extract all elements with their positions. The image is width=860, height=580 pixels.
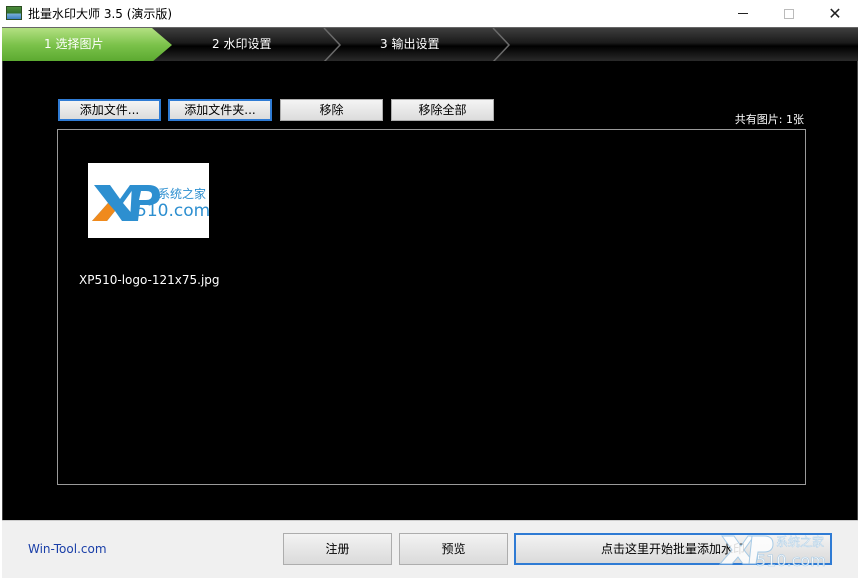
image-count: 共有图片: 1张 (734, 113, 804, 126)
add-file-button[interactable]: 添加文件... (58, 99, 161, 121)
step-label: 1 选择图片 (44, 37, 104, 51)
watermark-cn-text: 系统之家 (776, 534, 824, 549)
file-thumbnail[interactable]: 系统之家 510.com (88, 163, 210, 238)
close-button[interactable]: ✕ (812, 0, 858, 27)
main-panel: 添加文件... 添加文件夹... 移除 移除全部 共有图片: 1张 系统之家 5… (2, 61, 858, 520)
file-name[interactable]: XP510-logo-121x75.jpg (79, 273, 220, 287)
title-bar: 批量水印大师 3.5 (演示版) ✕ (0, 0, 860, 27)
preview-button[interactable]: 预览 (399, 533, 508, 565)
step-bar: 1 选择图片 2 水印设置 3 输出设置 (2, 27, 858, 61)
thumb-brand-text: 510.com (136, 201, 209, 221)
window-title: 批量水印大师 3.5 (演示版) (28, 7, 173, 21)
remove-button[interactable]: 移除 (280, 99, 383, 121)
site-watermark-logo: 系统之家 510.com (716, 530, 858, 576)
remove-all-button[interactable]: 移除全部 (391, 99, 494, 121)
step-label: 3 输出设置 (380, 37, 440, 51)
maximize-icon (784, 8, 794, 19)
step-select-images[interactable]: 1 选择图片 (2, 28, 172, 61)
register-button[interactable]: 注册 (283, 533, 392, 565)
step-watermark-settings[interactable]: 2 水印设置 (212, 28, 271, 61)
chevron-right-icon (489, 28, 511, 61)
chevron-right-icon (320, 28, 342, 61)
close-icon: ✕ (828, 4, 842, 23)
file-list[interactable]: 系统之家 510.com XP510-logo-121x75.jpg (57, 129, 806, 485)
add-folder-button[interactable]: 添加文件夹... (168, 99, 272, 121)
minimize-icon (738, 13, 748, 14)
thumb-cn-text: 系统之家 (158, 186, 206, 201)
minimize-button[interactable] (720, 0, 766, 27)
app-icon (6, 6, 22, 20)
website-link[interactable]: Win-Tool.com (28, 542, 107, 556)
step-label: 2 水印设置 (212, 37, 272, 51)
watermark-brand-text: 510.com (756, 551, 826, 570)
maximize-button[interactable] (766, 0, 812, 27)
step-output-settings[interactable]: 3 输出设置 (380, 28, 439, 61)
